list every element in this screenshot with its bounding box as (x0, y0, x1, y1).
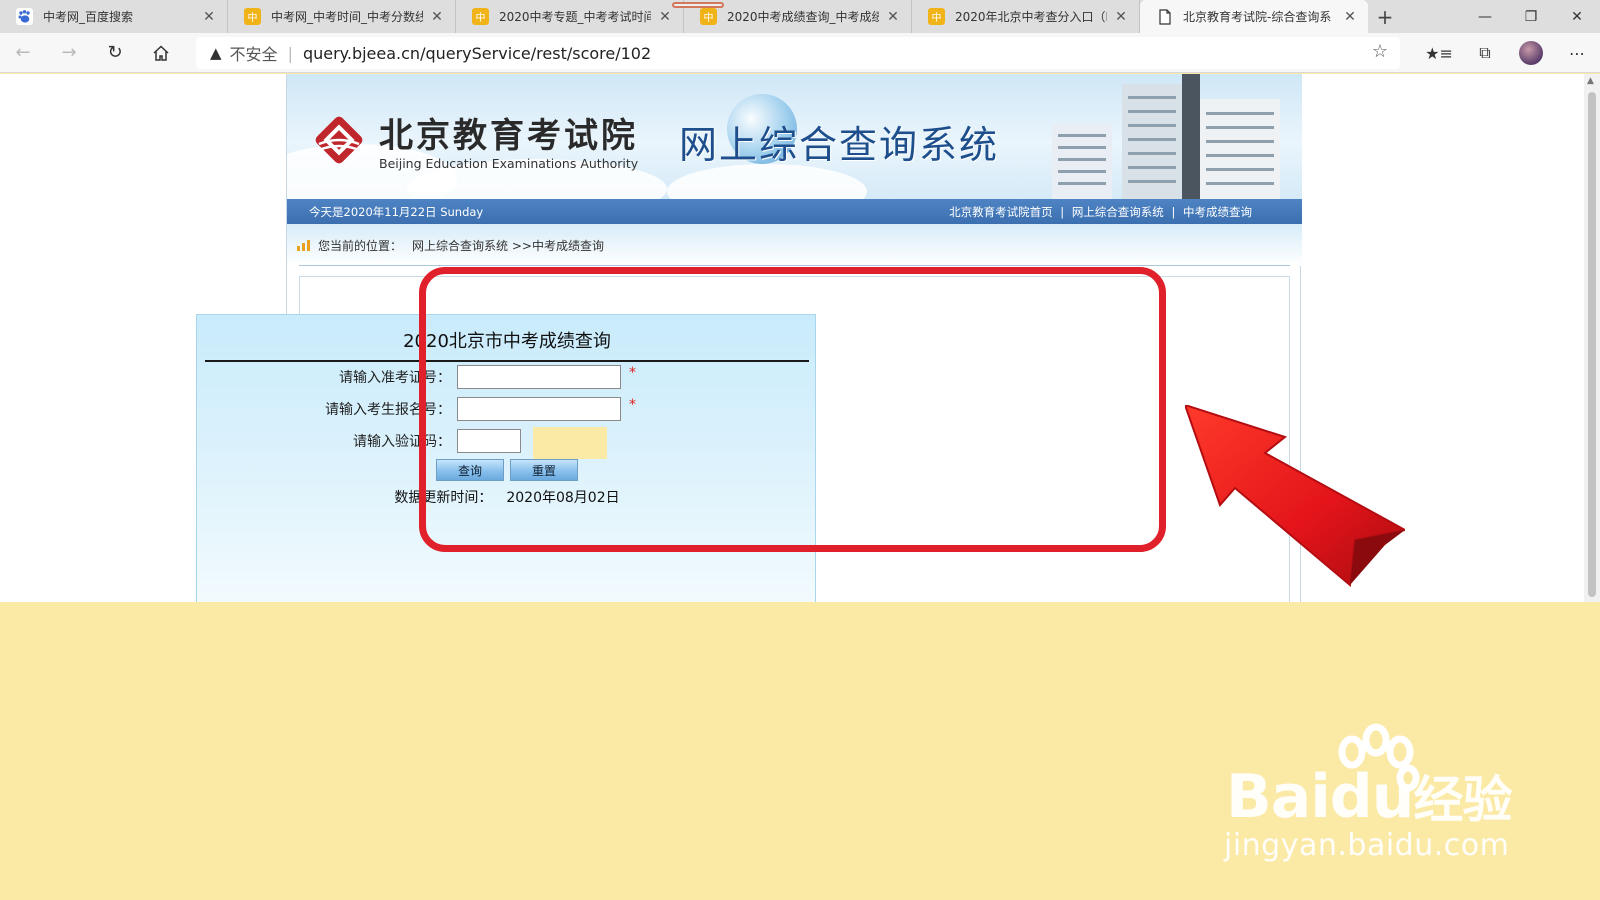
watermark-url: jingyan.baidu.com (1224, 828, 1510, 863)
home-icon[interactable] (138, 33, 184, 73)
favorites-icon[interactable]: ★≡ (1416, 44, 1462, 63)
collections-icon[interactable]: ⧉ (1462, 43, 1508, 63)
tab-title: 北京教育考试院-综合查询系 (1183, 10, 1332, 24)
tab-3[interactable]: 中 2020中考专题_中考考试时间 ✕ (456, 0, 684, 33)
baidu-jingyan-watermark: Baidu经验 jingyan.baidu.com (1224, 722, 1526, 872)
more-menu-icon[interactable]: ⋯ (1554, 44, 1600, 63)
breadcrumb: 您当前的位置： 网上综合查询系统 >>中考成绩查询 (287, 224, 1302, 266)
baidu-paw-icon (16, 8, 33, 25)
link-bjeea-home[interactable]: 北京教育考试院首页 (949, 205, 1053, 219)
system-title: 网上综合查询系统 (679, 123, 1000, 167)
tab-strip: 中考网_百度搜索 ✕ 中 中考网_中考时间_中考分数线 ✕ 中 2020中考专题… (0, 0, 1600, 33)
tab-close-icon[interactable]: ✕ (1113, 9, 1129, 25)
top-links: 北京教育考试院首页 | 网上综合查询系统 | 中考成绩查询 (947, 204, 1254, 220)
pointer-arrow-icon (1185, 405, 1405, 587)
bar-chart-icon (297, 240, 310, 251)
zhongkao-icon: 中 (928, 8, 945, 25)
link-separator: | (1171, 204, 1176, 219)
tab-title: 2020年北京中考查分入口（E (955, 10, 1107, 24)
breadcrumb-path[interactable]: 网上综合查询系统 >>中考成绩查询 (412, 237, 604, 254)
breadcrumb-label: 您当前的位置： (318, 238, 403, 253)
page-scrollbar[interactable]: ▲ (1584, 74, 1600, 602)
restore-icon[interactable]: ❐ (1508, 0, 1554, 33)
exam-number-label: 请输入准考证号： (339, 370, 451, 386)
today-date: 今天是2020年11月22日 Sunday (309, 204, 484, 219)
bjeea-logo-icon (315, 116, 363, 164)
scrollbar-thumb[interactable] (1588, 92, 1596, 597)
browser-toolbar: ← → ↻ ▲ 不安全 | query.bjeea.cn/queryServic… (0, 33, 1600, 73)
document-icon (1156, 8, 1173, 25)
tab-title: 中考网_百度搜索 (43, 10, 134, 24)
logo-english-name: Beijing Education Examinations Authority (379, 156, 639, 171)
tab-title: 2020中考专题_中考考试时间 (499, 10, 651, 24)
tab-close-icon[interactable]: ✕ (885, 9, 901, 25)
toolbar-actions: ★≡ ⧉ ⋯ (1416, 33, 1600, 73)
scroll-up-icon[interactable]: ▲ (1587, 76, 1594, 86)
captcha-label: 请输入验证码： (353, 434, 451, 450)
warning-icon[interactable]: ▲ (210, 44, 222, 62)
registration-number-label: 请输入考生报名号： (325, 402, 451, 418)
address-bar[interactable]: ▲ 不安全 | query.bjeea.cn/queryService/rest… (196, 37, 1400, 69)
site-banner: 北京教育考试院 Beijing Education Examinations A… (287, 74, 1302, 199)
minimize-icon[interactable]: — (1462, 0, 1508, 33)
tab-close-icon[interactable]: ✕ (201, 9, 217, 25)
zhongkao-icon: 中 (472, 8, 489, 25)
tab-2[interactable]: 中 中考网_中考时间_中考分数线 ✕ (228, 0, 456, 33)
address-separator: | (287, 43, 293, 63)
tab-close-icon[interactable]: ✕ (429, 9, 445, 25)
link-query-system[interactable]: 网上综合查询系统 (1072, 205, 1164, 219)
link-separator: | (1060, 204, 1065, 219)
profile-avatar[interactable] (1519, 41, 1543, 65)
zhongkao-icon: 中 (244, 8, 261, 25)
tab-title: 2020中考成绩查询_中考成绩 (727, 10, 879, 24)
tab-drag-handle[interactable] (672, 2, 724, 8)
forward-icon[interactable]: → (46, 33, 92, 73)
favorite-star-icon[interactable]: ☆ (1372, 41, 1388, 62)
new-tab-button[interactable]: + (1368, 0, 1402, 33)
tab-close-icon[interactable]: ✕ (657, 9, 673, 25)
back-icon[interactable]: ← (0, 33, 46, 73)
security-label[interactable]: 不安全 (230, 41, 278, 65)
zhongkao-icon: 中 (700, 8, 717, 25)
watermark-brand: Baidu经验 (1226, 762, 1512, 832)
building-image (1052, 74, 1280, 199)
tab-title: 中考网_中考时间_中考分数线 (271, 10, 423, 24)
window-close-icon[interactable]: ✕ (1554, 0, 1600, 33)
tab-close-icon[interactable]: ✕ (1342, 9, 1358, 25)
cloud-decoration (667, 164, 867, 199)
tab-1[interactable]: 中考网_百度搜索 ✕ (0, 0, 228, 33)
tab-6-active[interactable]: 北京教育考试院-综合查询系 ✕ (1140, 0, 1368, 33)
window-controls: — ❐ ✕ (1462, 0, 1600, 33)
refresh-icon[interactable]: ↻ (92, 33, 138, 73)
info-bar: 今天是2020年11月22日 Sunday 北京教育考试院首页 | 网上综合查询… (287, 199, 1302, 224)
link-zhongkao-score[interactable]: 中考成绩查询 (1183, 205, 1252, 219)
tab-5[interactable]: 中 2020年北京中考查分入口（E ✕ (912, 0, 1140, 33)
highlight-frame (419, 267, 1166, 552)
breadcrumb-divider (299, 265, 1290, 266)
url-text[interactable]: query.bjeea.cn/queryService/rest/score/1… (303, 44, 651, 63)
logo-chinese-name: 北京教育考试院 (379, 116, 638, 156)
